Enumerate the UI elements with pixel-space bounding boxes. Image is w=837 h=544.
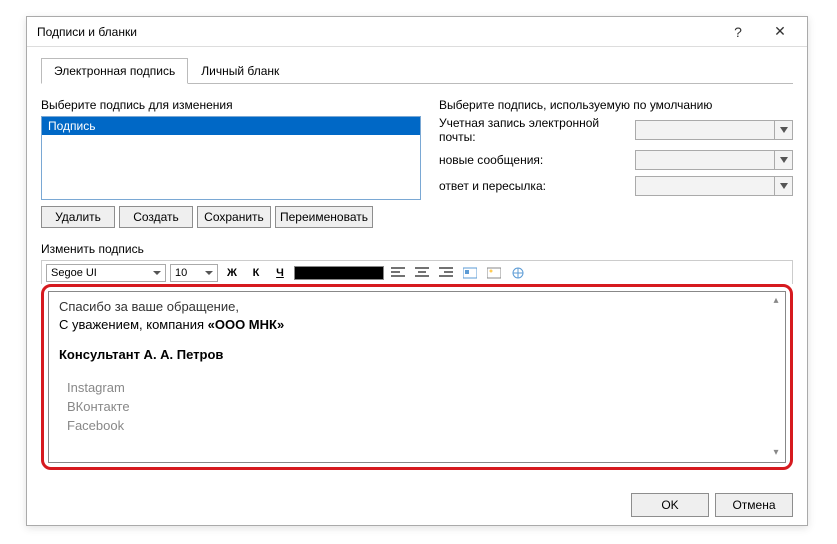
new-messages-select[interactable] xyxy=(635,150,793,170)
scroll-down-arrow[interactable]: ▾ xyxy=(769,446,783,460)
social-link[interactable]: Facebook xyxy=(67,417,775,435)
tab-email-signature[interactable]: Электронная подпись xyxy=(41,58,188,84)
align-left-button[interactable] xyxy=(388,264,408,282)
row-account: Учетная запись электронной почты: xyxy=(439,116,793,144)
close-button[interactable]: ✕ xyxy=(759,18,801,46)
account-label: Учетная запись электронной почты: xyxy=(439,116,635,144)
align-center-button[interactable] xyxy=(412,264,432,282)
signature-list[interactable]: Подпись xyxy=(41,116,421,200)
select-signature-label: Выберите подпись для изменения xyxy=(41,98,421,112)
business-card-button[interactable] xyxy=(460,264,480,282)
social-link[interactable]: ВКонтакте xyxy=(67,398,775,416)
signature-list-buttons: Удалить Создать Сохранить Переименовать xyxy=(41,206,421,228)
rename-button[interactable]: Переименовать xyxy=(275,206,373,228)
company-name: «ООО МНК» xyxy=(208,317,285,332)
new-button[interactable]: Создать xyxy=(119,206,193,228)
italic-button[interactable]: К xyxy=(246,264,266,282)
consultant-line: Консультант А. А. Петров xyxy=(59,346,775,364)
font-color-picker[interactable] xyxy=(294,266,384,280)
account-select[interactable] xyxy=(635,120,793,140)
editor-line-2: С уважением, компания «ООО МНК» xyxy=(59,316,775,334)
editor-toolbar: Segoe UI 10 Ж К Ч xyxy=(41,260,793,284)
default-signature-column: Выберите подпись, используемую по умолча… xyxy=(439,98,793,228)
underline-button[interactable]: Ч xyxy=(270,264,290,282)
window-title: Подписи и бланки xyxy=(37,25,717,39)
editor-line-1: Спасибо за ваше обращение, xyxy=(59,298,775,316)
signature-list-column: Выберите подпись для изменения Подпись У… xyxy=(41,98,421,228)
titlebar: Подписи и бланки ? ✕ xyxy=(27,17,807,47)
replies-select[interactable] xyxy=(635,176,793,196)
bold-button[interactable]: Ж xyxy=(222,264,242,282)
signature-editor[interactable]: ▴ Спасибо за ваше обращение, С уважением… xyxy=(48,291,786,463)
save-button[interactable]: Сохранить xyxy=(197,206,271,228)
font-size-select[interactable]: 10 xyxy=(170,264,218,282)
replies-label: ответ и пересылка: xyxy=(439,179,635,193)
chevron-down-icon xyxy=(774,177,792,195)
dialog-content: Электронная подпись Личный бланк Выберит… xyxy=(27,47,807,480)
insert-link-button[interactable] xyxy=(508,264,528,282)
tab-personal-template[interactable]: Личный бланк xyxy=(188,58,292,84)
row-replies: ответ и пересылка: xyxy=(439,176,793,196)
chevron-down-icon xyxy=(774,121,792,139)
help-button[interactable]: ? xyxy=(717,18,759,46)
social-links: Instagram ВКонтакте Facebook xyxy=(59,379,775,436)
editor-highlight: ▴ Спасибо за ваше обращение, С уважением… xyxy=(41,284,793,470)
line2-prefix: С уважением, компания xyxy=(59,317,208,332)
ok-button[interactable]: OK xyxy=(631,493,709,517)
signature-list-item[interactable]: Подпись xyxy=(42,117,420,135)
signatures-dialog: Подписи и бланки ? ✕ Электронная подпись… xyxy=(26,16,808,526)
scroll-up-arrow[interactable]: ▴ xyxy=(769,294,783,308)
default-signature-header: Выберите подпись, используемую по умолча… xyxy=(439,98,793,112)
edit-signature-label: Изменить подпись xyxy=(41,242,793,256)
insert-image-button[interactable] xyxy=(484,264,504,282)
columns: Выберите подпись для изменения Подпись У… xyxy=(41,98,793,228)
new-messages-label: новые сообщения: xyxy=(439,153,635,167)
font-select[interactable]: Segoe UI xyxy=(46,264,166,282)
social-link[interactable]: Instagram xyxy=(67,379,775,397)
row-new-messages: новые сообщения: xyxy=(439,150,793,170)
tab-strip: Электронная подпись Личный бланк xyxy=(41,57,793,84)
chevron-down-icon xyxy=(774,151,792,169)
align-right-button[interactable] xyxy=(436,264,456,282)
cancel-button[interactable]: Отмена xyxy=(715,493,793,517)
dialog-footer: OK Отмена xyxy=(631,493,793,517)
delete-button[interactable]: Удалить xyxy=(41,206,115,228)
